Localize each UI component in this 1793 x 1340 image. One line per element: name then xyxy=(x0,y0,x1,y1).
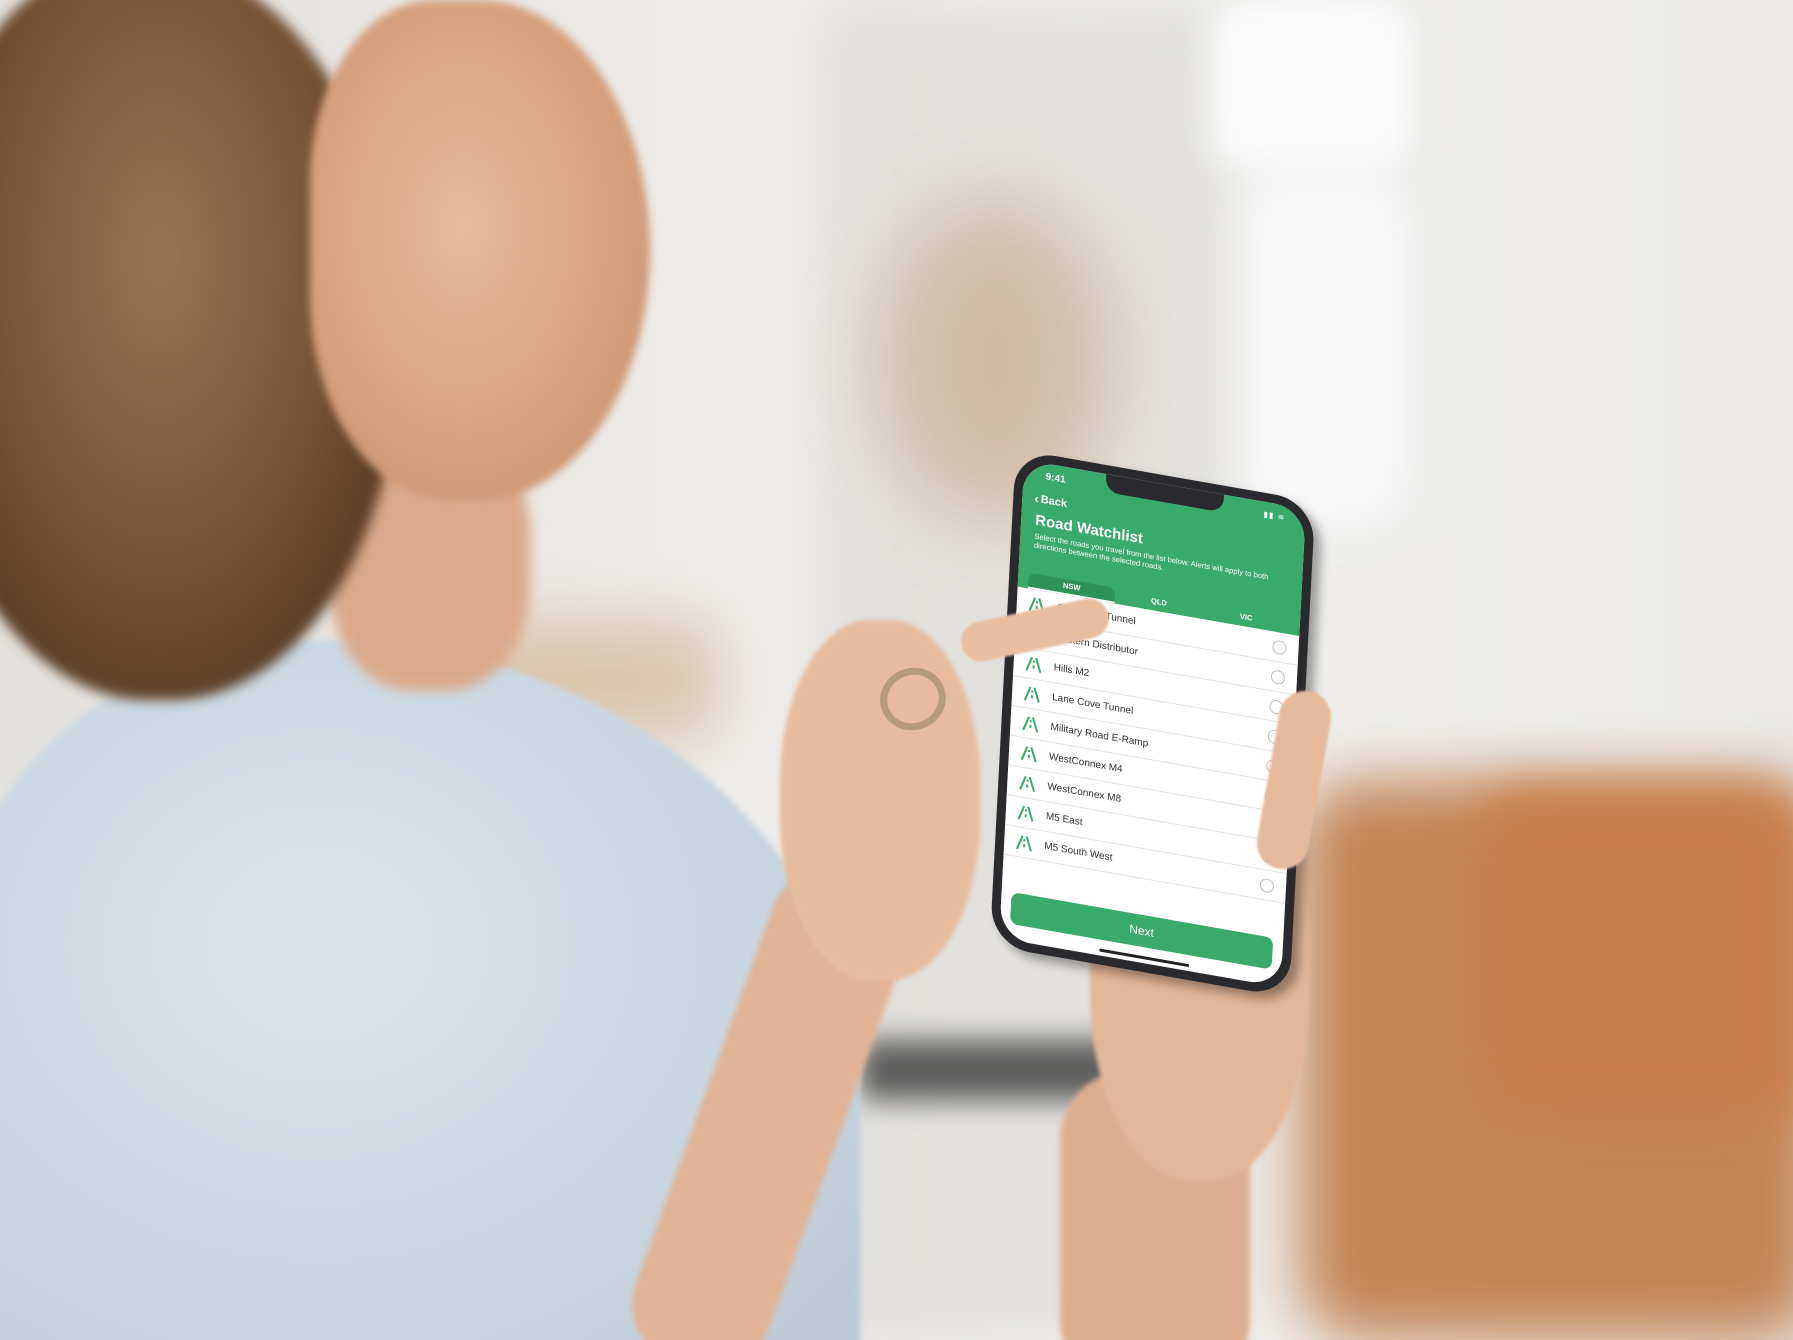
road-icon xyxy=(1025,656,1042,673)
road-icon xyxy=(1019,775,1036,792)
phone-screen: 9:41 ▮▮ ≋ ‹ Back Road Watchlist Select t… xyxy=(999,459,1306,988)
photo-background xyxy=(0,0,1793,1340)
chevron-left-icon: ‹ xyxy=(1034,490,1040,507)
window-light-lower xyxy=(1240,170,1410,530)
road-icon xyxy=(1017,805,1034,822)
road-icon xyxy=(1022,715,1039,732)
road-icon xyxy=(1020,745,1037,762)
road-icon xyxy=(1016,834,1032,852)
blurred-couch-back xyxy=(1480,790,1793,1120)
window-light xyxy=(1210,0,1410,170)
person-face xyxy=(310,0,650,500)
road-icon xyxy=(1023,686,1040,703)
signal-wifi-icon: ▮▮ ≋ xyxy=(1263,509,1286,523)
status-time: 9:41 xyxy=(1045,471,1066,486)
person-left-hand xyxy=(780,620,980,980)
radio-unchecked-icon[interactable] xyxy=(1270,668,1286,686)
back-button[interactable]: ‹ Back xyxy=(1034,490,1068,511)
back-label: Back xyxy=(1040,493,1068,510)
phone-body: 9:41 ▮▮ ≋ ‹ Back Road Watchlist Select t… xyxy=(989,449,1316,998)
radio-unchecked-icon[interactable] xyxy=(1259,877,1275,894)
radio-unchecked-icon[interactable] xyxy=(1272,638,1287,656)
